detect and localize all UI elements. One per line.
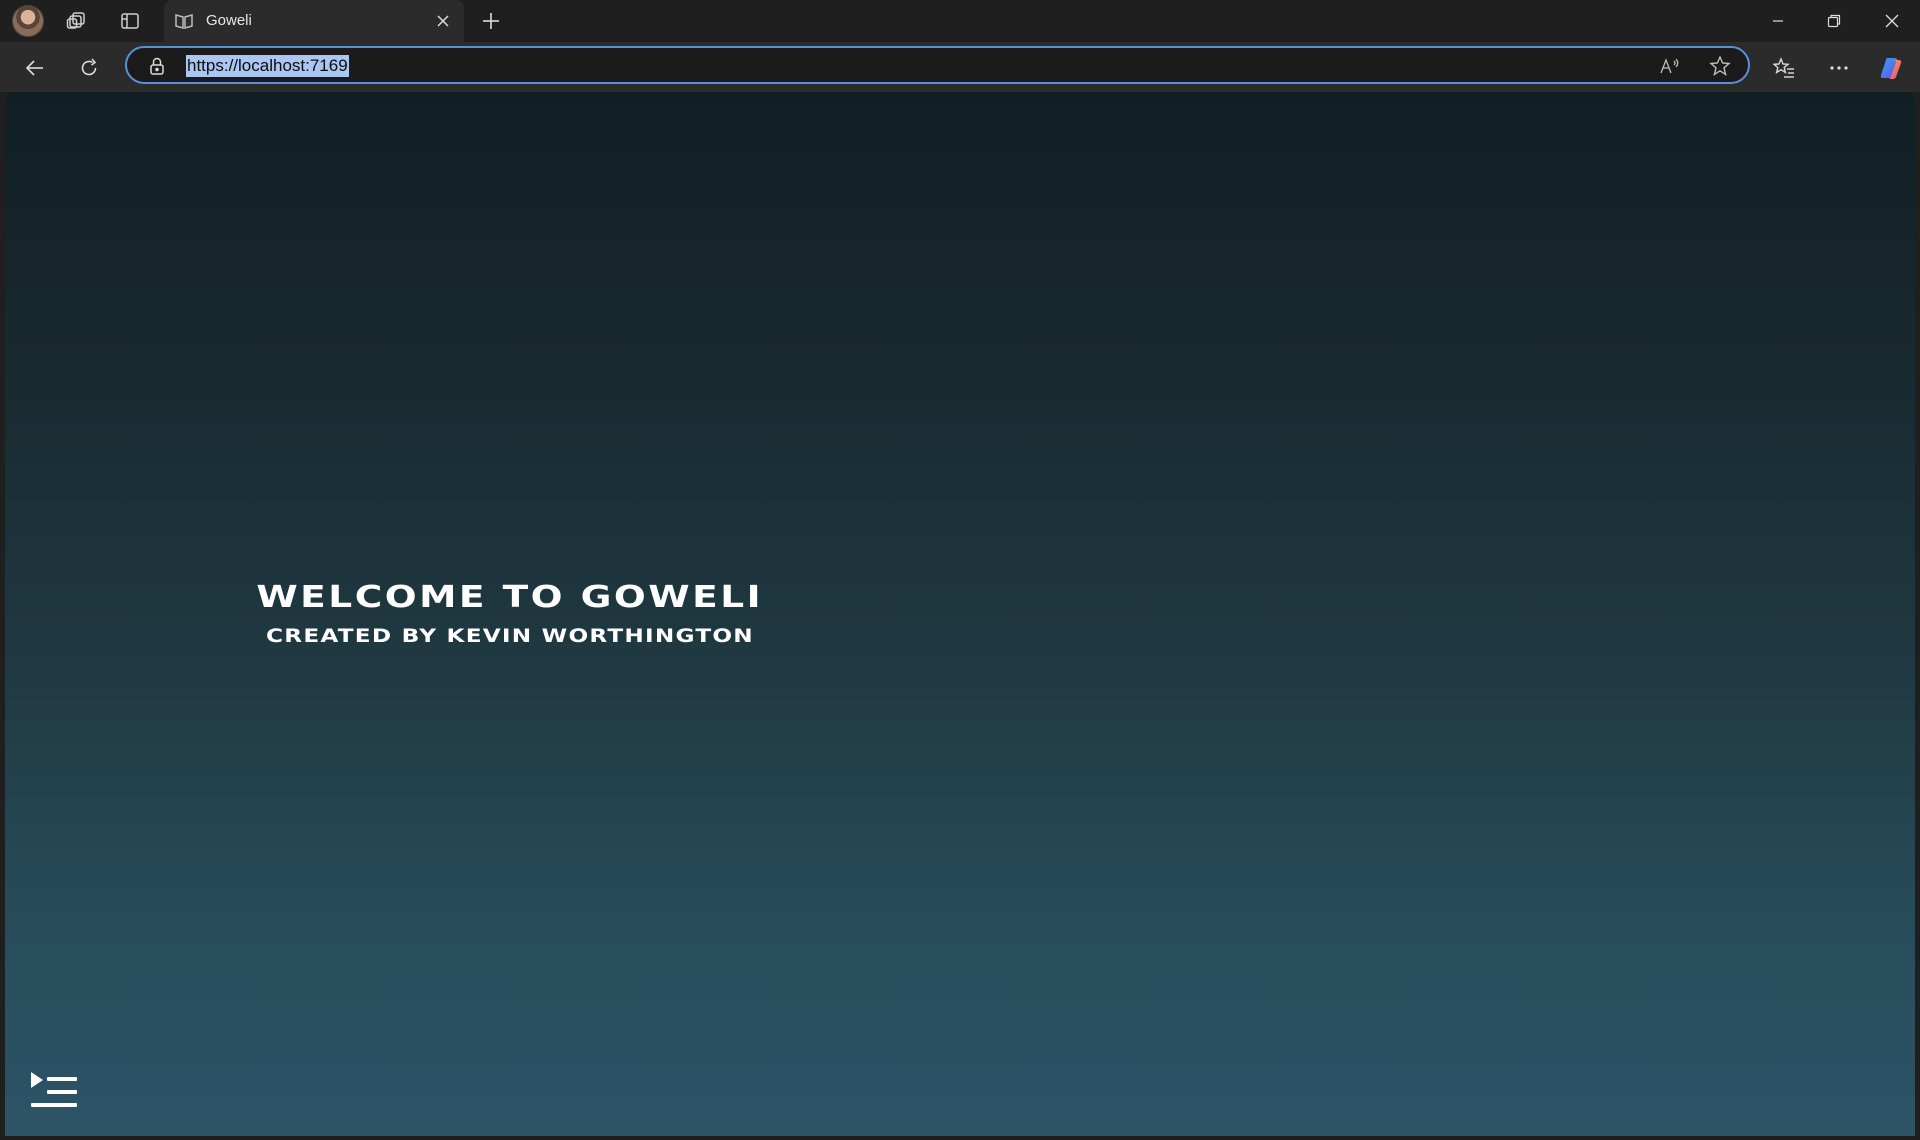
close-window-button[interactable] xyxy=(1864,0,1920,42)
lock-icon[interactable] xyxy=(147,56,167,76)
favorite-star-icon[interactable] xyxy=(1707,54,1733,78)
page-subtitle: CREATED BY KEVIN WORTHINGTON xyxy=(266,625,754,647)
workspaces-icon[interactable] xyxy=(62,6,92,36)
address-bar[interactable]: https://localhost:7169 xyxy=(125,46,1750,84)
back-button[interactable] xyxy=(18,51,52,85)
restore-button[interactable] xyxy=(1806,0,1862,42)
page-viewport: WELCOME TO GOWELI CREATED BY KEVIN WORTH… xyxy=(5,92,1915,1136)
browser-window: Goweli https://localhost:7169 WELCOME TO… xyxy=(0,0,1920,1140)
tab-title: Goweli xyxy=(206,12,252,29)
browser-toolbar: https://localhost:7169 xyxy=(0,42,1920,92)
read-aloud-icon[interactable] xyxy=(1657,54,1683,78)
url-text[interactable]: https://localhost:7169 xyxy=(186,55,349,77)
favorites-list-icon[interactable] xyxy=(1767,51,1801,85)
copilot-icon[interactable] xyxy=(1876,51,1910,85)
menu-toggle-icon[interactable] xyxy=(27,1067,81,1113)
new-tab-button[interactable] xyxy=(476,6,506,36)
hero-section: WELCOME TO GOWELI CREATED BY KEVIN WORTH… xyxy=(5,580,1015,647)
tab-bar: Goweli xyxy=(0,0,1920,42)
page-title: WELCOME TO GOWELI xyxy=(256,580,764,615)
vertical-tabs-icon[interactable] xyxy=(115,6,145,36)
refresh-button[interactable] xyxy=(72,51,106,85)
profile-avatar[interactable] xyxy=(12,5,44,37)
more-icon[interactable] xyxy=(1822,51,1856,85)
tab-goweli[interactable]: Goweli xyxy=(164,0,464,42)
minimize-button[interactable] xyxy=(1750,0,1806,42)
close-tab-button[interactable] xyxy=(430,8,456,34)
book-icon xyxy=(174,11,194,31)
